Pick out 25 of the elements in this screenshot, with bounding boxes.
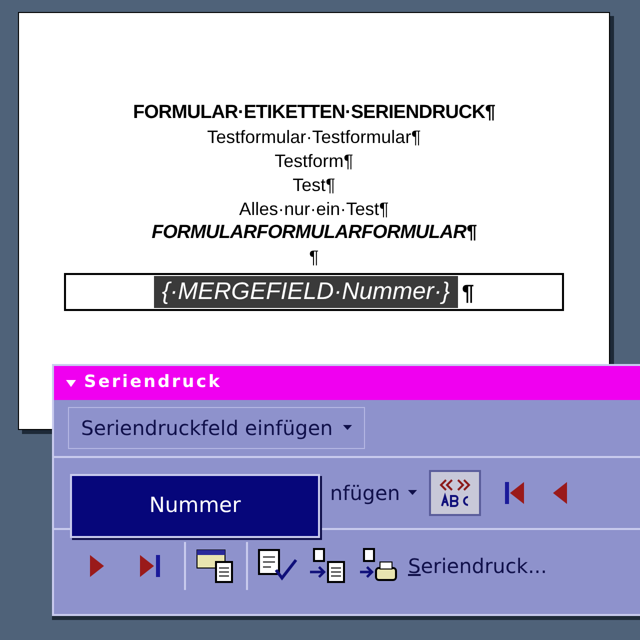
merge-to-document-icon[interactable] xyxy=(308,548,348,584)
abc-field-icon xyxy=(438,478,472,508)
document-line: ¶ xyxy=(309,246,319,269)
collapse-icon[interactable] xyxy=(66,380,76,386)
document-line: Testform¶ xyxy=(274,150,354,173)
mail-merge-button[interactable]: Seriendruck... xyxy=(408,551,548,581)
caret-icon xyxy=(408,490,418,496)
next-record-icon[interactable] xyxy=(90,555,104,577)
paragraph-mark: ¶ xyxy=(462,278,474,306)
last-record-icon[interactable] xyxy=(140,555,160,577)
merge-to-printer-icon[interactable] xyxy=(358,548,398,584)
window-title: Seriendruck xyxy=(84,371,222,394)
document-line: FORMULARFORMULARFORMULAR¶ xyxy=(152,221,476,245)
insert-field-dropdown[interactable]: Seriendruckfeld einfügen xyxy=(68,407,365,449)
document-line: Testformular·Testformular¶ xyxy=(207,126,421,149)
first-record-icon[interactable] xyxy=(505,482,526,504)
caret-icon xyxy=(342,425,352,431)
previous-record-icon[interactable] xyxy=(553,482,568,504)
view-merged-data-button[interactable] xyxy=(429,470,482,516)
document-line: FORMULAR·ETIKETTEN·SERIENDRUCK¶ xyxy=(132,101,496,125)
insert-word-dropdown[interactable]: nfügen xyxy=(330,472,418,514)
data-form-icon[interactable] xyxy=(196,548,236,584)
merge-field-code[interactable]: {·MERGEFIELD·Nummer·} xyxy=(154,276,458,308)
document-line: Alles·nur·ein·Test¶ xyxy=(239,198,389,221)
document-line: Test¶ xyxy=(292,174,336,197)
